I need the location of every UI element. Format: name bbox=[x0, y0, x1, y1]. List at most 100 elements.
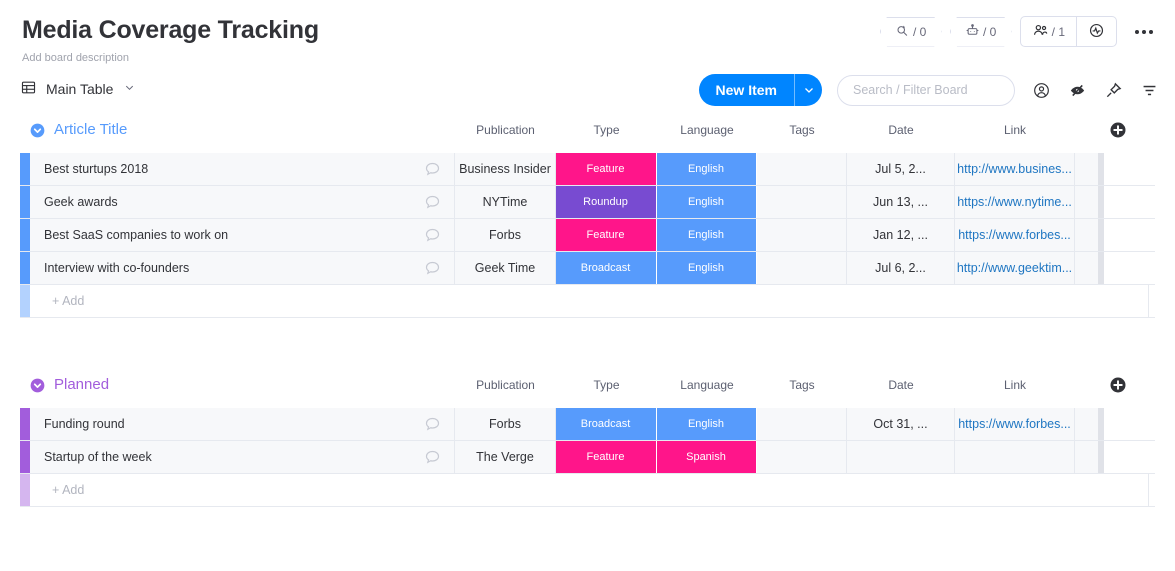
horizontal-scrollbar[interactable] bbox=[1098, 153, 1104, 185]
person-circle-icon[interactable] bbox=[1032, 81, 1051, 100]
table-row[interactable]: Best sturtups 2018 Business Insider Feat… bbox=[20, 153, 1155, 186]
comment-bubble-icon[interactable] bbox=[423, 226, 442, 245]
tags-cell[interactable] bbox=[757, 408, 847, 440]
automations-badge[interactable]: / 0 bbox=[949, 16, 1012, 47]
language-cell[interactable]: English bbox=[657, 252, 757, 284]
date-cell[interactable] bbox=[847, 441, 955, 473]
new-item-button[interactable]: New Item bbox=[698, 74, 822, 106]
comment-bubble-icon[interactable] bbox=[423, 160, 442, 179]
link-value[interactable]: https://www.forbes... bbox=[958, 228, 1071, 242]
publication-cell[interactable]: Business Insider bbox=[455, 153, 556, 185]
language-chip[interactable]: English bbox=[657, 219, 756, 251]
search-input[interactable] bbox=[853, 83, 999, 97]
row-title-cell[interactable]: Best sturtups 2018 bbox=[30, 153, 455, 185]
comment-bubble-icon[interactable] bbox=[423, 448, 442, 467]
comment-bubble-icon[interactable] bbox=[423, 259, 442, 278]
tags-cell[interactable] bbox=[757, 252, 847, 284]
row-title-cell[interactable]: Interview with co-founders bbox=[30, 252, 455, 284]
pin-icon[interactable] bbox=[1104, 81, 1123, 100]
language-chip[interactable]: English bbox=[657, 186, 756, 218]
tags-cell[interactable] bbox=[757, 219, 847, 251]
publication-cell[interactable]: Forbs bbox=[455, 219, 556, 251]
language-chip[interactable]: Spanish bbox=[657, 441, 756, 473]
automations-search-badge[interactable]: / 0 bbox=[879, 16, 942, 47]
comment-bubble-icon[interactable] bbox=[423, 193, 442, 212]
column-header-publication[interactable]: Publication bbox=[455, 370, 556, 400]
publication-cell[interactable]: Geek Time bbox=[455, 252, 556, 284]
table-row[interactable]: Geek awards NYTime Roundup English Jun 1… bbox=[20, 186, 1155, 219]
language-cell[interactable]: English bbox=[657, 153, 757, 185]
link-value[interactable]: https://www.forbes... bbox=[958, 417, 1071, 431]
board-more-menu-button[interactable] bbox=[1125, 29, 1159, 34]
row-title-cell[interactable]: Startup of the week bbox=[30, 441, 455, 473]
group-collapse-toggle[interactable] bbox=[30, 123, 45, 138]
publication-cell[interactable]: Forbs bbox=[455, 408, 556, 440]
publication-cell[interactable]: NYTime bbox=[455, 186, 556, 218]
date-cell[interactable]: Jun 13, ... bbox=[847, 186, 955, 218]
link-value[interactable]: https://www.nytime... bbox=[957, 195, 1072, 209]
column-header-date[interactable]: Date bbox=[847, 370, 955, 400]
type-chip[interactable]: Feature bbox=[556, 153, 656, 185]
language-chip[interactable]: English bbox=[657, 252, 756, 284]
type-chip[interactable]: Broadcast bbox=[556, 408, 656, 440]
language-cell[interactable]: English bbox=[657, 186, 757, 218]
column-header-language[interactable]: Language bbox=[657, 370, 757, 400]
tags-cell[interactable] bbox=[757, 441, 847, 473]
link-cell[interactable] bbox=[955, 441, 1075, 473]
filter-icon[interactable] bbox=[1140, 81, 1159, 100]
date-cell[interactable]: Oct 31, ... bbox=[847, 408, 955, 440]
type-cell[interactable]: Feature bbox=[556, 153, 657, 185]
language-cell[interactable]: Spanish bbox=[657, 441, 757, 473]
publication-cell[interactable]: The Verge bbox=[455, 441, 556, 473]
add-row-label[interactable]: + Add bbox=[30, 285, 1149, 317]
type-chip[interactable]: Feature bbox=[556, 441, 656, 473]
row-title-cell[interactable]: Best SaaS companies to work on bbox=[30, 219, 455, 251]
language-chip[interactable]: English bbox=[657, 408, 756, 440]
search-filter-box[interactable] bbox=[837, 74, 1015, 106]
type-cell[interactable]: Feature bbox=[556, 441, 657, 473]
horizontal-scrollbar[interactable] bbox=[1098, 408, 1104, 440]
column-header-link[interactable]: Link bbox=[955, 370, 1075, 400]
horizontal-scrollbar[interactable] bbox=[1098, 252, 1104, 284]
comment-bubble-icon[interactable] bbox=[423, 415, 442, 434]
horizontal-scrollbar[interactable] bbox=[1098, 219, 1104, 251]
language-chip[interactable]: English bbox=[657, 153, 756, 185]
column-header-type[interactable]: Type bbox=[556, 115, 657, 145]
language-cell[interactable]: English bbox=[657, 219, 757, 251]
link-cell[interactable]: https://www.nytime... bbox=[955, 186, 1075, 218]
new-item-dropdown-caret[interactable] bbox=[794, 74, 822, 106]
board-description[interactable]: Add board description bbox=[22, 51, 1161, 65]
link-cell[interactable]: https://www.forbes... bbox=[955, 408, 1075, 440]
eye-slash-icon[interactable] bbox=[1068, 81, 1087, 100]
column-header-publication[interactable]: Publication bbox=[455, 115, 556, 145]
date-cell[interactable]: Jan 12, ... bbox=[847, 219, 955, 251]
table-row[interactable]: Interview with co-founders Geek Time Bro… bbox=[20, 252, 1155, 285]
type-cell[interactable]: Broadcast bbox=[556, 252, 657, 284]
type-chip[interactable]: Feature bbox=[556, 219, 656, 251]
add-row[interactable]: + Add bbox=[20, 474, 1155, 507]
type-cell[interactable]: Roundup bbox=[556, 186, 657, 218]
add-row-label[interactable]: + Add bbox=[30, 474, 1149, 506]
activity-log-button[interactable] bbox=[1076, 17, 1116, 46]
link-value[interactable]: http://www.geektim... bbox=[957, 261, 1072, 275]
column-header-type[interactable]: Type bbox=[556, 370, 657, 400]
horizontal-scrollbar[interactable] bbox=[1098, 441, 1104, 473]
language-cell[interactable]: English bbox=[657, 408, 757, 440]
date-cell[interactable]: Jul 6, 2... bbox=[847, 252, 955, 284]
row-title-cell[interactable]: Funding round bbox=[30, 408, 455, 440]
add-column-button[interactable] bbox=[1098, 115, 1138, 145]
link-cell[interactable]: http://www.busines... bbox=[955, 153, 1075, 185]
date-cell[interactable]: Jul 5, 2... bbox=[847, 153, 955, 185]
tab-main-table[interactable]: Main Table bbox=[20, 79, 135, 99]
table-row[interactable]: Funding round Forbs Broadcast English Oc… bbox=[20, 408, 1155, 441]
type-cell[interactable]: Broadcast bbox=[556, 408, 657, 440]
column-header-tags[interactable]: Tags bbox=[757, 115, 847, 145]
table-row[interactable]: Startup of the week The Verge Feature Sp… bbox=[20, 441, 1155, 474]
group-name[interactable]: Planned bbox=[54, 376, 109, 394]
column-header-link[interactable]: Link bbox=[955, 115, 1075, 145]
horizontal-scrollbar[interactable] bbox=[1098, 186, 1104, 218]
table-row[interactable]: Best SaaS companies to work on Forbs Fea… bbox=[20, 219, 1155, 252]
add-column-button[interactable] bbox=[1098, 370, 1138, 400]
link-value[interactable]: http://www.busines... bbox=[957, 162, 1072, 176]
group-name[interactable]: Article Title bbox=[54, 121, 127, 139]
